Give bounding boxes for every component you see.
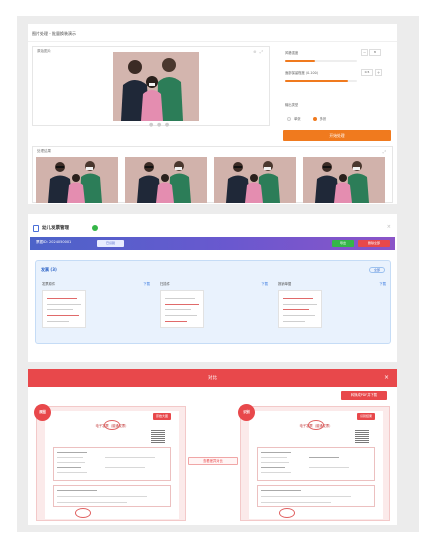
file-item: 报销单据 下载 — [276, 281, 388, 336]
result-label: 处理结果 — [37, 149, 51, 153]
close-icon[interactable]: × — [384, 374, 389, 381]
file-name: 发票原件 — [42, 282, 56, 286]
recognized-invoice-preview[interactable]: 电子发票（普通发票） 识别 识别结果 — [238, 404, 390, 521]
download-link[interactable]: 下载 — [143, 281, 150, 286]
file-name: 报销单据 — [278, 282, 292, 286]
file-item: 发票原件 下载 — [40, 281, 152, 336]
page-title: 图片处理 - 批量换装演示 — [32, 31, 76, 36]
family-photo-original — [113, 52, 199, 121]
comparison-panel: 对比 × 转换成PDF并下载 电子发票（普通发票） 原图 原始大图 查看差异对比… — [28, 369, 397, 525]
recognized-chip[interactable]: 识别结果 — [357, 413, 375, 420]
original-chip[interactable]: 原始大图 — [153, 413, 171, 420]
family-photo-result-4[interactable] — [303, 157, 385, 203]
card-title: 发票 (3) — [41, 267, 57, 272]
invoice-info-bar: 票据ID: 2024050001 已识别 导出 删除全部 — [30, 237, 395, 250]
close-icon[interactable]: × — [387, 224, 391, 230]
status-dot-icon — [92, 225, 98, 231]
invoice-panel-title: 幼儿发票管理 — [42, 226, 69, 231]
original-image-label: 原始图片 — [37, 49, 51, 53]
strength-input[interactable]: 8 — [369, 49, 381, 56]
strength-slider-fill — [285, 60, 316, 62]
original-image-box: 原始图片 ⊕ ⤢ ● ● ● — [32, 46, 270, 128]
result-tools-icon[interactable]: ⤢ — [383, 149, 387, 154]
invoice-seal — [279, 508, 295, 518]
download-link[interactable]: 下载 — [261, 281, 268, 286]
comparison-title: 对比 — [208, 376, 217, 381]
recognized-badge: 识别 — [238, 404, 255, 421]
face-keep-slider-fill — [285, 80, 349, 82]
result-images-box: 处理结果 ⤢ — [32, 146, 393, 203]
qr-code — [355, 429, 369, 443]
file-thumbnail[interactable] — [160, 290, 204, 328]
invoice-paper: 电子发票（普通发票） — [249, 411, 383, 519]
invoice-seal — [104, 420, 120, 430]
output-type-radio-group: 单张 多张 — [287, 116, 326, 121]
photo-processing-panel: 图片处理 - 批量换装演示 原始图片 ⊕ ⤢ ● ● ● 风格强度 − 8 面部… — [28, 24, 397, 204]
output-type-label: 输出类型 — [285, 103, 299, 107]
view-diff-button[interactable]: 查看差异对比 — [188, 457, 238, 465]
settings-panel: 风格强度 − 8 面部保留程度 (0-100) 0.5 + 输出类型 单张 多张 — [283, 46, 391, 126]
invoice-file-card: 发票 (3) 全部 发票原件 下载 扫描件 下载 报销单据 下载 — [35, 260, 391, 344]
face-keep-label: 面部保留程度 (0-100) — [285, 71, 318, 75]
invoice-paper: 电子发票（普通发票） — [45, 411, 179, 519]
face-keep-input[interactable]: 0.5 — [361, 69, 373, 76]
carousel-dots[interactable]: ● ● ● — [149, 122, 170, 128]
radio-multiple-label: 多张 — [319, 117, 327, 121]
original-invoice-preview[interactable]: 电子发票（普通发票） 原图 原始大图 — [34, 404, 186, 521]
invoice-seal — [308, 420, 324, 430]
card-all-button[interactable]: 全部 — [369, 267, 385, 273]
strength-slider[interactable] — [285, 60, 357, 62]
file-item: 扫描件 下载 — [158, 281, 270, 336]
file-thumbnail[interactable] — [278, 290, 322, 328]
image-tools-icons[interactable]: ⊕ ⤢ — [253, 49, 264, 54]
screenshot-collage: 图片处理 - 批量换装演示 原始图片 ⊕ ⤢ ● ● ● 风格强度 − 8 面部… — [17, 16, 419, 532]
status-badge: 已识别 — [97, 240, 124, 247]
qr-code — [151, 429, 165, 443]
family-photo-result-2[interactable] — [125, 157, 207, 203]
strength-decrease-button[interactable]: − — [361, 49, 368, 56]
divider — [28, 41, 397, 42]
family-photo-result-3[interactable] — [214, 157, 296, 203]
strength-label: 风格强度 — [285, 51, 299, 55]
start-processing-button[interactable]: 开始处理 — [283, 130, 391, 141]
radio-multiple[interactable] — [312, 116, 317, 121]
radio-single-label: 单张 — [294, 117, 301, 121]
download-link[interactable]: 下载 — [379, 281, 386, 286]
file-thumbnail[interactable] — [42, 290, 86, 328]
convert-download-button[interactable]: 转换成PDF并下载 — [341, 391, 387, 400]
face-keep-increase-button[interactable]: + — [375, 69, 382, 76]
document-icon — [33, 225, 39, 232]
invoice-id-text: 票据ID: 2024050001 — [36, 240, 72, 244]
file-name: 扫描件 — [160, 282, 170, 286]
invoice-seal — [75, 508, 91, 518]
comparison-header: 对比 × — [28, 369, 397, 387]
family-photo-result-1[interactable] — [36, 157, 118, 203]
export-button[interactable]: 导出 — [332, 240, 354, 247]
delete-all-button[interactable]: 删除全部 — [358, 240, 390, 247]
radio-single[interactable] — [287, 116, 291, 121]
original-badge: 原图 — [34, 404, 51, 421]
face-keep-slider[interactable] — [285, 80, 357, 82]
invoice-management-panel: 幼儿发票管理 × 票据ID: 2024050001 已识别 导出 删除全部 发票… — [28, 214, 397, 362]
